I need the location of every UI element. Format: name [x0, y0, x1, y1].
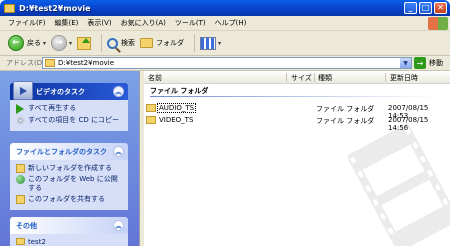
column-header-size[interactable]: サイズ: [291, 73, 312, 83]
task-label: すべて再生する: [28, 104, 77, 112]
task-pane: ビデオのタスク ︽ すべて再生する すべての項目を CD にコピー ファイルとフ…: [0, 71, 139, 246]
task-label: すべての項目を CD にコピー: [28, 116, 119, 124]
forward-arrow-icon: →: [51, 35, 68, 51]
windows-logo-icon: [428, 17, 448, 30]
column-divider[interactable]: [385, 73, 386, 82]
column-divider[interactable]: [286, 73, 287, 82]
toolbar: ← 戻る ▾ → ▾ 検索 フォルダ ▾: [0, 31, 450, 56]
other-places-panel: その他 ︽ test2: [10, 217, 128, 246]
play-icon: [16, 104, 25, 114]
task-share-folder[interactable]: このフォルダを共有する: [16, 195, 122, 204]
column-headers: 名前 サイズ 種類 更新日時: [144, 71, 450, 84]
folder-icon: [146, 104, 156, 112]
file-tasks-body: 新しいフォルダを作成する このフォルダを Web に公開する このフォルダを共有…: [10, 160, 128, 210]
column-header-name[interactable]: 名前: [148, 73, 162, 83]
video-tasks-title: ビデオのタスク: [36, 87, 85, 96]
folders-button[interactable]: フォルダ: [140, 38, 184, 48]
views-button[interactable]: ▾: [200, 36, 221, 50]
collapse-icon[interactable]: ︽: [113, 86, 124, 97]
task-publish-web[interactable]: このフォルダを Web に公開する: [16, 175, 122, 193]
up-folder-icon: [77, 36, 92, 50]
other-places-header[interactable]: その他 ︽: [10, 217, 128, 234]
menu-bar: ファイル(F) 編集(E) 表示(V) お気に入り(A) ツール(T) ヘルプ(…: [0, 16, 450, 31]
folder-icon: [16, 238, 25, 245]
back-arrow-icon: ←: [8, 35, 24, 51]
go-button[interactable]: → 移動: [414, 57, 443, 69]
minimize-button[interactable]: _: [404, 2, 417, 14]
column-divider[interactable]: [314, 73, 315, 82]
folders-label: フォルダ: [156, 39, 185, 47]
file-name: VIDEO_TS: [159, 116, 194, 124]
video-tasks-header[interactable]: ビデオのタスク ︽: [10, 81, 128, 100]
file-tasks-title: ファイルとフォルダのタスク: [16, 147, 107, 156]
toolbar-divider: [101, 34, 103, 52]
place-test2[interactable]: test2: [16, 238, 122, 246]
folder-icon: [4, 3, 15, 13]
address-input[interactable]: D:¥test2¥movie ▼: [42, 57, 412, 69]
file-list-view: 名前 サイズ 種類 更新日時 ファイル フォルダ AUDIO_TS ファイル フ…: [144, 71, 450, 246]
other-places-body: test2: [10, 234, 128, 246]
share-folder-icon: [16, 195, 25, 204]
menu-file[interactable]: ファイル(F): [8, 18, 46, 28]
video-icon: [13, 81, 33, 100]
close-button[interactable]: ✕: [434, 2, 447, 14]
chevron-down-icon[interactable]: ▾: [218, 40, 221, 47]
file-tasks-header[interactable]: ファイルとフォルダのタスク ︽: [10, 143, 128, 160]
go-label: 移動: [429, 59, 443, 67]
task-label: このフォルダを Web に公開する: [28, 175, 118, 192]
up-folder-button[interactable]: [77, 36, 92, 50]
address-label: アドレス(D): [6, 59, 45, 67]
forward-button[interactable]: → ▾: [51, 35, 72, 51]
cd-icon: [16, 116, 25, 125]
file-row[interactable]: AUDIO_TS ファイル フォルダ 2007/08/15 14:53: [144, 103, 450, 120]
collapse-icon[interactable]: ︽: [113, 220, 124, 231]
menu-help[interactable]: ヘルプ(H): [215, 18, 247, 28]
globe-icon: [16, 175, 25, 184]
window-title: D:¥test2¥movie: [19, 3, 91, 13]
folders-icon: [140, 38, 154, 48]
task-play-all[interactable]: すべて再生する: [16, 104, 122, 114]
group-title: ファイル フォルダ: [150, 87, 209, 95]
folder-icon: [45, 59, 55, 67]
address-bar: アドレス(D) D:¥test2¥movie ▼ → 移動: [0, 56, 450, 71]
task-label: このフォルダを共有する: [28, 195, 105, 203]
other-places-title: その他: [16, 221, 37, 230]
new-folder-icon: [16, 164, 25, 173]
menu-view[interactable]: 表示(V): [87, 18, 111, 28]
folder-icon: [146, 116, 156, 124]
views-icon: [200, 36, 217, 50]
search-label: 検索: [121, 39, 136, 47]
collapse-icon[interactable]: ︽: [113, 146, 124, 157]
task-label: 新しいフォルダを作成する: [28, 164, 112, 172]
film-watermark-icon: [348, 123, 450, 246]
go-arrow-icon: →: [414, 57, 426, 69]
task-new-folder[interactable]: 新しいフォルダを作成する: [16, 164, 122, 173]
group-divider: [150, 96, 438, 97]
place-label: test2: [28, 238, 46, 246]
column-header-type[interactable]: 種類: [318, 73, 332, 83]
file-type: ファイル フォルダ: [316, 105, 375, 113]
maximize-button[interactable]: □: [419, 2, 432, 14]
menu-edit[interactable]: 編集(E): [55, 18, 79, 28]
back-label: 戻る: [27, 39, 41, 47]
chevron-down-icon[interactable]: ▾: [43, 40, 46, 47]
chevron-down-icon[interactable]: ▾: [69, 40, 72, 47]
address-value: D:¥test2¥movie: [58, 59, 115, 67]
task-copy-to-cd[interactable]: すべての項目を CD にコピー: [16, 116, 122, 125]
file-name: AUDIO_TS: [156, 103, 197, 113]
menu-tools[interactable]: ツール(T): [175, 18, 206, 28]
toolbar-divider: [194, 34, 196, 52]
back-button[interactable]: ← 戻る ▾: [8, 35, 46, 51]
title-bar: D:¥test2¥movie _ □ ✕: [0, 0, 450, 16]
search-icon: [107, 37, 119, 49]
search-button[interactable]: 検索: [107, 37, 136, 49]
video-tasks-body: すべて再生する すべての項目を CD にコピー: [10, 100, 128, 131]
video-tasks-panel: ビデオのタスク ︽ すべて再生する すべての項目を CD にコピー: [10, 81, 128, 131]
menu-favorites[interactable]: お気に入り(A): [121, 18, 166, 28]
chevron-down-icon[interactable]: ▼: [400, 58, 411, 68]
column-header-date[interactable]: 更新日時: [390, 73, 418, 83]
file-tasks-panel: ファイルとフォルダのタスク ︽ 新しいフォルダを作成する このフォルダを Web…: [10, 143, 128, 210]
